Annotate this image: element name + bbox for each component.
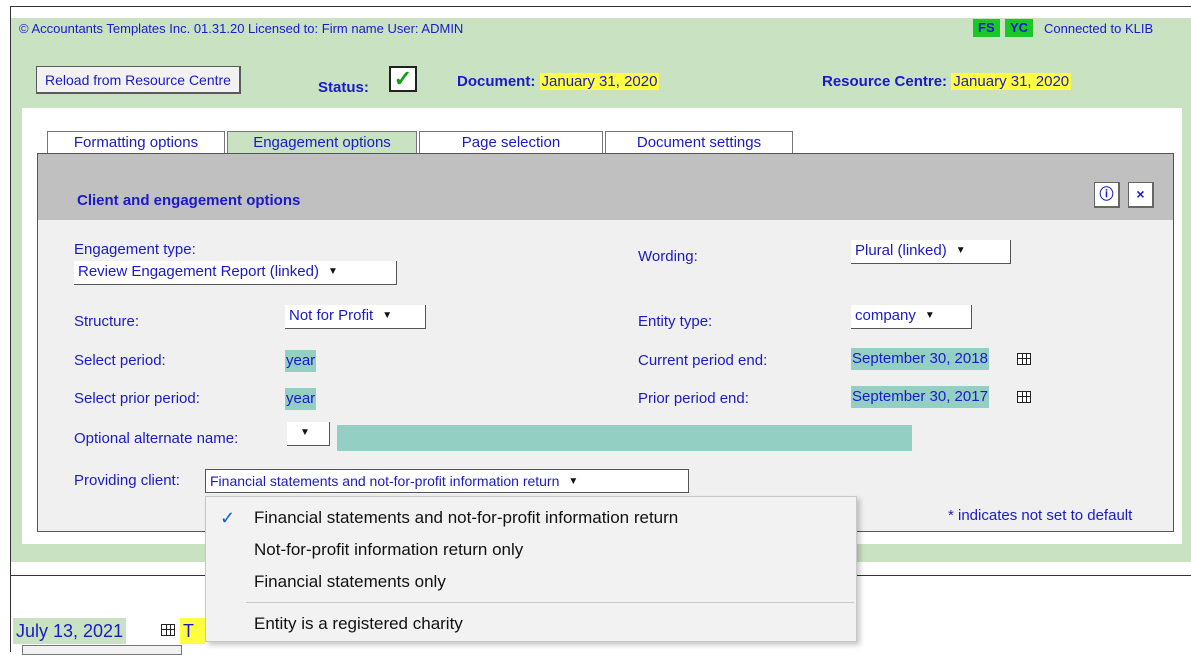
engagement-type-value: Review Engagement Report (linked) — [78, 263, 319, 280]
resource-centre-label: Resource Centre: — [822, 73, 948, 90]
calendar-icon[interactable] — [161, 624, 175, 636]
current-period-end-field[interactable]: September 30, 2018 — [851, 348, 989, 370]
select-period-label: Select period: — [74, 352, 166, 369]
entity-type-label: Entity type: — [638, 313, 713, 330]
document-label: Document: — [457, 73, 536, 90]
select-prior-period-label: Select prior period: — [74, 390, 200, 407]
info-icon[interactable]: ⓘ — [1094, 182, 1120, 208]
bottom-button[interactable] — [22, 645, 182, 655]
tab-document-settings[interactable]: Document settings — [605, 131, 793, 154]
resource-centre-date: January 31, 2020 — [951, 73, 1072, 90]
reload-resource-centre-button[interactable]: Reload from Resource Centre — [36, 66, 241, 94]
structure-value: Not for Profit — [289, 307, 374, 324]
menu-item-label: Financial statements only — [254, 572, 446, 591]
resource-centre-date-label: Resource Centre: January 31, 2020 — [822, 73, 1072, 90]
document-date: January 31, 2020 — [539, 73, 660, 90]
providing-client-label: Providing client: — [74, 472, 180, 489]
chevron-down-icon: ▼ — [955, 245, 966, 256]
providing-client-value: Financial statements and not-for-profit … — [210, 473, 560, 489]
structure-label: Structure: — [74, 313, 140, 330]
panel-title: Client and engagement options — [77, 192, 301, 209]
status-label: Status: — [318, 79, 369, 96]
prior-period-end-field[interactable]: September 30, 2017 — [851, 386, 989, 408]
engagement-type-dropdown[interactable]: Review Engagement Report (linked) ▼ — [74, 261, 397, 285]
menu-item-label: Entity is a registered charity — [254, 614, 463, 633]
bottom-date[interactable]: July 13, 2021 — [13, 618, 127, 644]
chevron-down-icon: ▼ — [382, 310, 393, 321]
menu-item-registered-charity[interactable]: Entity is a registered charity — [206, 608, 856, 640]
select-period-field[interactable]: year — [285, 350, 317, 372]
yc-tag[interactable]: YC — [1005, 19, 1034, 37]
connection-status: Connected to KLIB — [1044, 21, 1154, 36]
wording-value: Plural (linked) — [855, 242, 947, 259]
document-date-label: Document: January 31, 2020 — [457, 73, 660, 90]
license-info: © Accountants Templates Inc. 01.31.20 Li… — [19, 21, 464, 36]
providing-client-dropdown[interactable]: Financial statements and not-for-profit … — [205, 469, 689, 493]
providing-client-menu: ✓ Financial statements and not-for-profi… — [205, 496, 857, 642]
wording-dropdown[interactable]: Plural (linked) ▼ — [851, 240, 1011, 264]
tab-formatting-options[interactable]: Formatting options — [47, 131, 225, 154]
optional-alternate-name-label: Optional alternate name: — [74, 430, 239, 447]
calendar-icon[interactable] — [1017, 353, 1031, 365]
check-icon: ✓ — [220, 508, 236, 528]
chevron-down-icon: ▼ — [300, 427, 310, 438]
default-note: * indicates not set to default — [948, 507, 1133, 524]
window-top-border — [10, 6, 1191, 7]
menu-divider — [246, 602, 854, 603]
status-check-icon[interactable]: ✓ — [389, 66, 417, 92]
chevron-down-icon: ▼ — [568, 476, 579, 487]
menu-item-npo-return-only[interactable]: Not-for-profit information return only — [206, 534, 856, 566]
prior-period-end-label: Prior period end: — [638, 390, 749, 407]
tab-engagement-options[interactable]: Engagement options — [227, 131, 417, 154]
tab-page-selection[interactable]: Page selection — [419, 131, 603, 154]
entity-type-value: company — [855, 307, 916, 324]
panel-header — [38, 154, 1173, 220]
entity-type-dropdown[interactable]: company ▼ — [851, 305, 972, 329]
wording-label: Wording: — [638, 248, 698, 265]
select-prior-period-field[interactable]: year — [285, 388, 317, 410]
fs-tag[interactable]: FS — [973, 19, 1000, 37]
engagement-type-label: Engagement type: — [74, 241, 196, 258]
menu-item-fs-only[interactable]: Financial statements only — [206, 566, 856, 598]
menu-item-label: Financial statements and not-for-profit … — [254, 508, 679, 527]
bottom-highlight: T — [180, 618, 205, 644]
calendar-icon[interactable] — [1017, 391, 1031, 403]
optional-alternate-name-dropdown[interactable]: ▼ — [287, 422, 330, 446]
close-icon[interactable]: × — [1128, 182, 1154, 208]
structure-dropdown[interactable]: Not for Profit ▼ — [285, 305, 426, 329]
menu-item-fs-and-npo-return[interactable]: ✓ Financial statements and not-for-profi… — [206, 502, 856, 534]
chevron-down-icon: ▼ — [924, 310, 935, 321]
optional-alternate-name-input[interactable] — [337, 425, 912, 451]
chevron-down-icon: ▼ — [327, 266, 338, 277]
menu-item-label: Not-for-profit information return only — [254, 540, 524, 559]
current-period-end-label: Current period end: — [638, 352, 768, 369]
